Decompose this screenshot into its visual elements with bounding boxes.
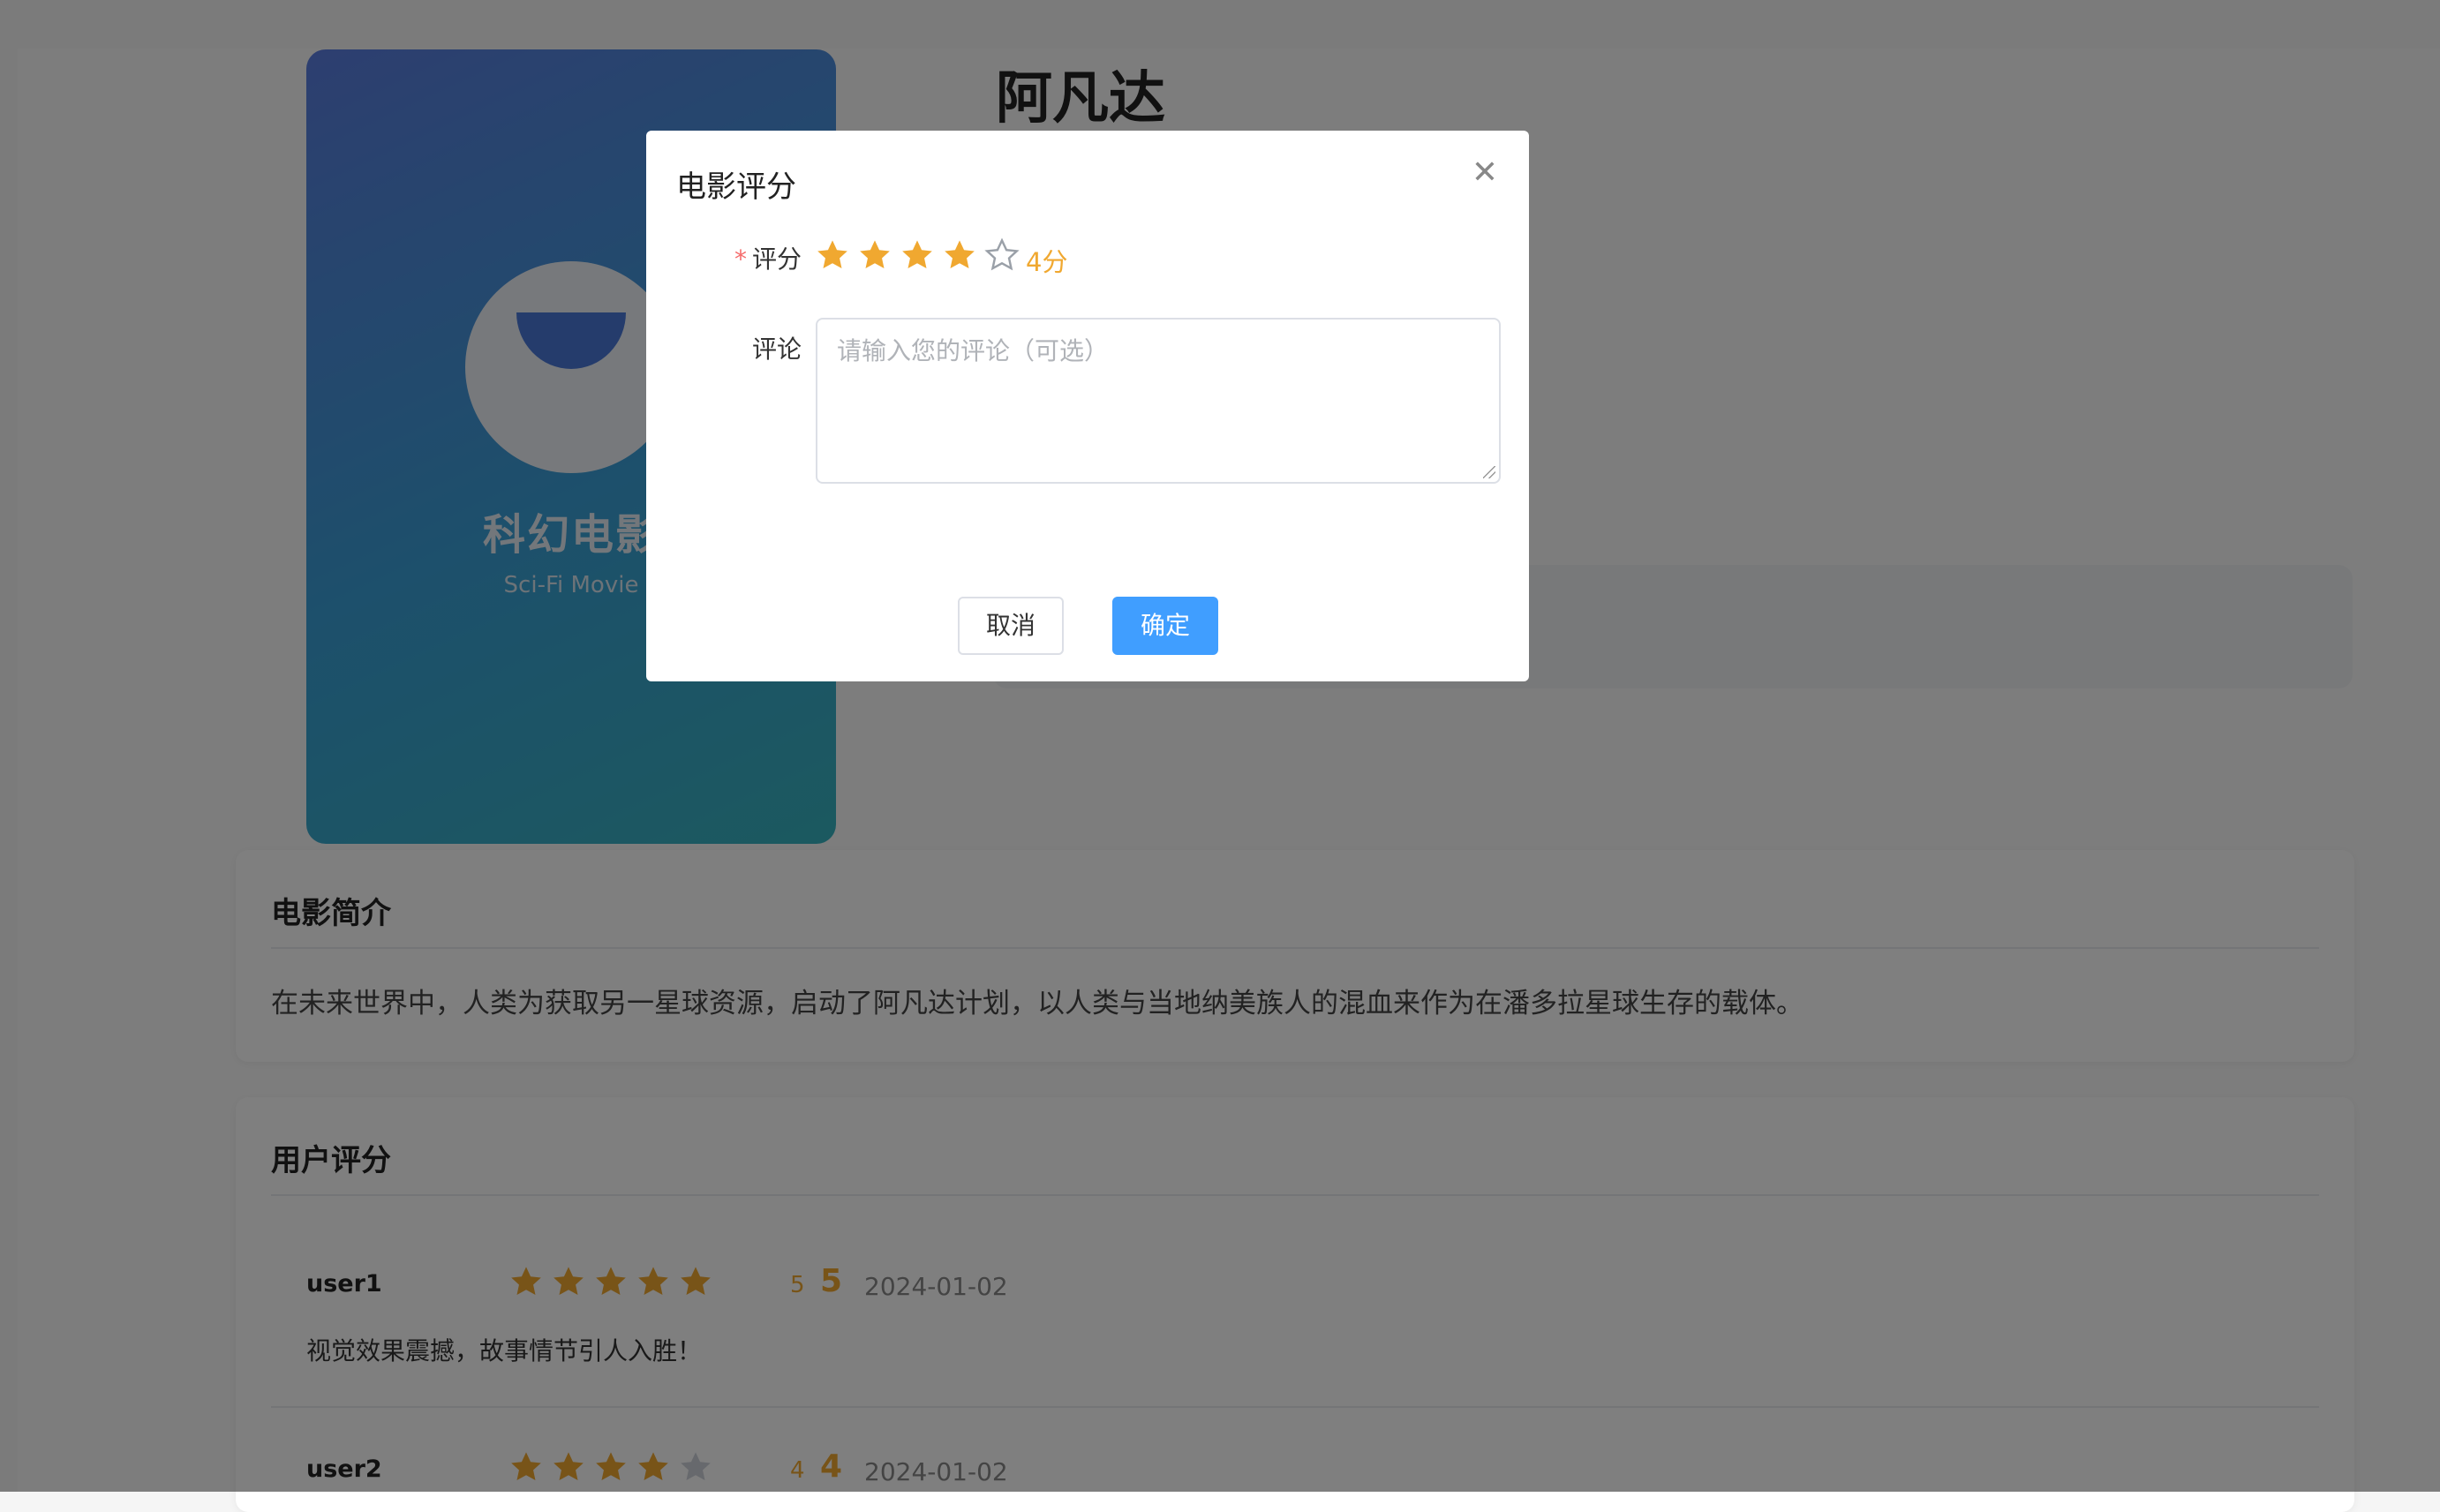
rating-dialog: 电影评分 ✕ * 评分 4分 评论 请输入您的评论（可选） 取消 确定 <box>646 131 1529 681</box>
star-filled-icon[interactable] <box>814 237 851 274</box>
star-filled-icon[interactable] <box>899 237 936 274</box>
star-filled-icon[interactable] <box>856 237 893 274</box>
rating-input[interactable] <box>814 237 1020 274</box>
comment-textarea[interactable]: 请输入您的评论（可选） <box>816 318 1501 484</box>
comment-label: 评论 <box>751 335 802 364</box>
required-mark: * <box>734 244 747 274</box>
dialog-title: 电影评分 <box>676 169 796 205</box>
cancel-button[interactable]: 取消 <box>958 597 1064 655</box>
close-icon[interactable]: ✕ <box>1467 155 1502 191</box>
rating-label-text: 评分 <box>751 244 802 274</box>
rating-text: 4分 <box>1026 247 1068 277</box>
comment-placeholder: 请输入您的评论（可选） <box>837 336 1110 365</box>
confirm-button[interactable]: 确定 <box>1112 597 1218 655</box>
star-outline-icon[interactable] <box>983 237 1020 274</box>
resize-handle-icon[interactable] <box>1483 466 1495 478</box>
star-filled-icon[interactable] <box>941 237 978 274</box>
rating-label: * 评分 <box>678 240 802 275</box>
